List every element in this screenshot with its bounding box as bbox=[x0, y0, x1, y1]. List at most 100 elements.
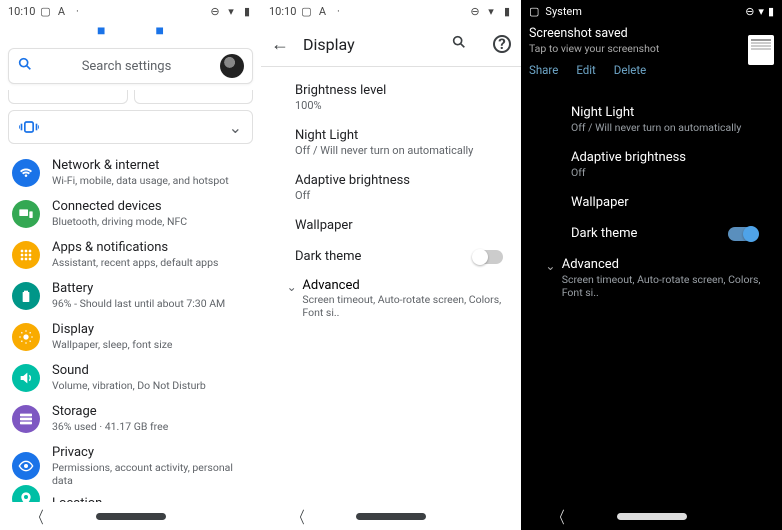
screenshot-icon: ▢ bbox=[39, 5, 51, 17]
suggestion-pill[interactable] bbox=[134, 90, 254, 104]
suggestion-icon-1[interactable]: ■ bbox=[97, 22, 105, 44]
item-title: Network & internet bbox=[52, 158, 229, 173]
row-nightlight[interactable]: Night LightOff / Will never turn on auto… bbox=[281, 120, 521, 165]
screenshot-notification[interactable]: Screenshot saved Tap to view your screen… bbox=[529, 26, 774, 77]
font-icon: A bbox=[55, 5, 67, 17]
row-title: Dark theme bbox=[571, 226, 728, 241]
system-icon: ▢ bbox=[529, 5, 539, 18]
settings-item-network[interactable]: Network & internetWi-Fi, mobile, data us… bbox=[0, 152, 261, 193]
item-title: Connected devices bbox=[52, 199, 187, 214]
nav-back-icon[interactable]: 〈 bbox=[32, 504, 43, 528]
nav-pill[interactable] bbox=[617, 513, 687, 520]
settings-item-apps[interactable]: Apps & notificationsAssistant, recent ap… bbox=[0, 234, 261, 275]
wifi-icon: ▾ bbox=[758, 5, 764, 18]
settings-list: Network & internetWi-Fi, mobile, data us… bbox=[0, 150, 261, 530]
row-title: Advanced bbox=[302, 278, 515, 293]
row-sub: Screen timeout, Auto-rotate screen, Colo… bbox=[562, 273, 770, 299]
row-advanced[interactable]: ⌄ AdvancedScreen timeout, Auto-rotate sc… bbox=[521, 249, 782, 307]
row-wallpaper[interactable]: Wallpaper bbox=[521, 187, 782, 218]
row-adaptive[interactable]: Adaptive brightnessOff bbox=[521, 142, 782, 187]
notif-title: Screenshot saved bbox=[529, 26, 774, 41]
screenshot-icon: ▢ bbox=[300, 5, 312, 17]
system-label: System bbox=[545, 5, 582, 18]
item-title: Battery bbox=[52, 281, 225, 296]
nav-pill[interactable] bbox=[356, 513, 426, 520]
row-darktheme[interactable]: Dark theme bbox=[521, 218, 782, 249]
help-icon[interactable]: ? bbox=[493, 35, 511, 53]
row-sub: Off / Will never turn on automatically bbox=[295, 144, 515, 157]
display-list: Brightness level100% Night LightOff / Wi… bbox=[261, 67, 521, 367]
vibration-card[interactable]: ⌄ bbox=[8, 110, 253, 144]
battery-icon: ▮ bbox=[501, 5, 513, 17]
item-sub: Bluetooth, driving mode, NFC bbox=[52, 215, 187, 228]
row-wallpaper[interactable]: Wallpaper bbox=[281, 210, 521, 241]
row-nightlight[interactable]: Night LightOff / Will never turn on auto… bbox=[521, 97, 782, 142]
panel-display-light: 10:10 ▢ A · ⊖ ▾ ▮ ← Display ? Brightness… bbox=[261, 0, 521, 530]
settings-item-display[interactable]: DisplayWallpaper, sleep, font size bbox=[0, 316, 261, 357]
nav-bar: 〈 bbox=[521, 502, 782, 530]
row-title: Dark theme bbox=[295, 249, 473, 264]
suggestion-pill[interactable] bbox=[8, 90, 128, 104]
dnd-icon: ⊖ bbox=[209, 5, 221, 17]
nav-back-icon[interactable]: 〈 bbox=[293, 504, 304, 528]
page-title: Display bbox=[303, 35, 355, 54]
sound-icon bbox=[12, 364, 40, 392]
display-icon bbox=[12, 323, 40, 351]
action-delete[interactable]: Delete bbox=[614, 63, 646, 77]
row-brightness[interactable]: Brightness level100% bbox=[281, 75, 521, 120]
chevron-down-icon: ⌄ bbox=[539, 259, 562, 273]
status-bar: ▢ System ⊖ ▾ ▮ bbox=[521, 0, 782, 22]
row-darktheme[interactable]: Dark theme bbox=[281, 241, 521, 272]
settings-item-sound[interactable]: SoundVolume, vibration, Do Not Disturb bbox=[0, 357, 261, 398]
nav-pill[interactable] bbox=[96, 513, 166, 520]
suggestion-pills bbox=[0, 90, 261, 108]
row-title: Wallpaper bbox=[571, 195, 770, 210]
action-edit[interactable]: Edit bbox=[576, 63, 595, 77]
status-bar: 10:10 ▢ A · ⊖ ▾ ▮ bbox=[261, 0, 521, 22]
status-bar: 10:10 ▢ A · ⊖ ▾ ▮ bbox=[0, 0, 261, 22]
item-sub: Volume, vibration, Do Not Disturb bbox=[52, 379, 206, 392]
row-title: Brightness level bbox=[295, 83, 515, 98]
row-sub: Screen timeout, Auto-rotate screen, Colo… bbox=[302, 293, 515, 319]
vibration-icon bbox=[19, 119, 39, 135]
app-bar: ← Display ? bbox=[261, 22, 521, 66]
item-sub: Wi-Fi, mobile, data usage, and hotspot bbox=[52, 174, 229, 187]
screenshot-thumb[interactable] bbox=[748, 35, 774, 65]
search-bar[interactable]: Search settings bbox=[8, 48, 253, 84]
nav-back-icon[interactable]: 〈 bbox=[553, 504, 564, 528]
item-sub: Assistant, recent apps, default apps bbox=[52, 256, 218, 269]
privacy-icon bbox=[12, 452, 40, 480]
battery-icon: ▮ bbox=[768, 5, 774, 18]
dnd-icon: ⊖ bbox=[469, 5, 481, 17]
row-title: Adaptive brightness bbox=[571, 150, 770, 165]
chevron-down-icon: ⌄ bbox=[229, 118, 242, 137]
notif-actions: Share Edit Delete bbox=[529, 63, 748, 77]
settings-item-storage[interactable]: Storage36% used · 41.17 GB free bbox=[0, 398, 261, 439]
avatar[interactable] bbox=[220, 54, 244, 78]
search-icon[interactable] bbox=[451, 34, 467, 54]
back-arrow-icon[interactable]: ← bbox=[271, 34, 289, 55]
settings-item-connected[interactable]: Connected devicesBluetooth, driving mode… bbox=[0, 193, 261, 234]
row-title: Night Light bbox=[295, 128, 515, 143]
item-sub: Wallpaper, sleep, font size bbox=[52, 338, 172, 351]
more-icon: · bbox=[332, 5, 344, 17]
storage-icon bbox=[12, 405, 40, 433]
action-share[interactable]: Share bbox=[529, 63, 558, 77]
wifi-icon: ▾ bbox=[485, 5, 497, 17]
display-list: Night LightOff / Will never turn on auto… bbox=[521, 77, 782, 347]
wifi-icon bbox=[12, 159, 40, 187]
item-sub: 96% - Should last until about 7:30 AM bbox=[52, 297, 225, 310]
settings-item-privacy[interactable]: PrivacyPermissions, account activity, pe… bbox=[0, 439, 261, 493]
more-icon: · bbox=[71, 5, 83, 17]
row-adaptive[interactable]: Adaptive brightnessOff bbox=[281, 165, 521, 210]
item-sub: Permissions, account activity, personal … bbox=[52, 461, 249, 487]
row-title: Advanced bbox=[562, 257, 770, 272]
dark-theme-switch[interactable] bbox=[473, 250, 503, 264]
dark-theme-switch[interactable] bbox=[728, 227, 758, 241]
row-advanced[interactable]: ⌄ AdvancedScreen timeout, Auto-rotate sc… bbox=[281, 272, 521, 327]
suggestion-icon-2[interactable]: ■ bbox=[156, 22, 164, 44]
chevron-down-icon: ⌄ bbox=[281, 280, 302, 294]
settings-item-battery[interactable]: Battery96% - Should last until about 7:3… bbox=[0, 275, 261, 316]
item-title: Sound bbox=[52, 363, 206, 378]
row-title: Wallpaper bbox=[295, 218, 515, 233]
